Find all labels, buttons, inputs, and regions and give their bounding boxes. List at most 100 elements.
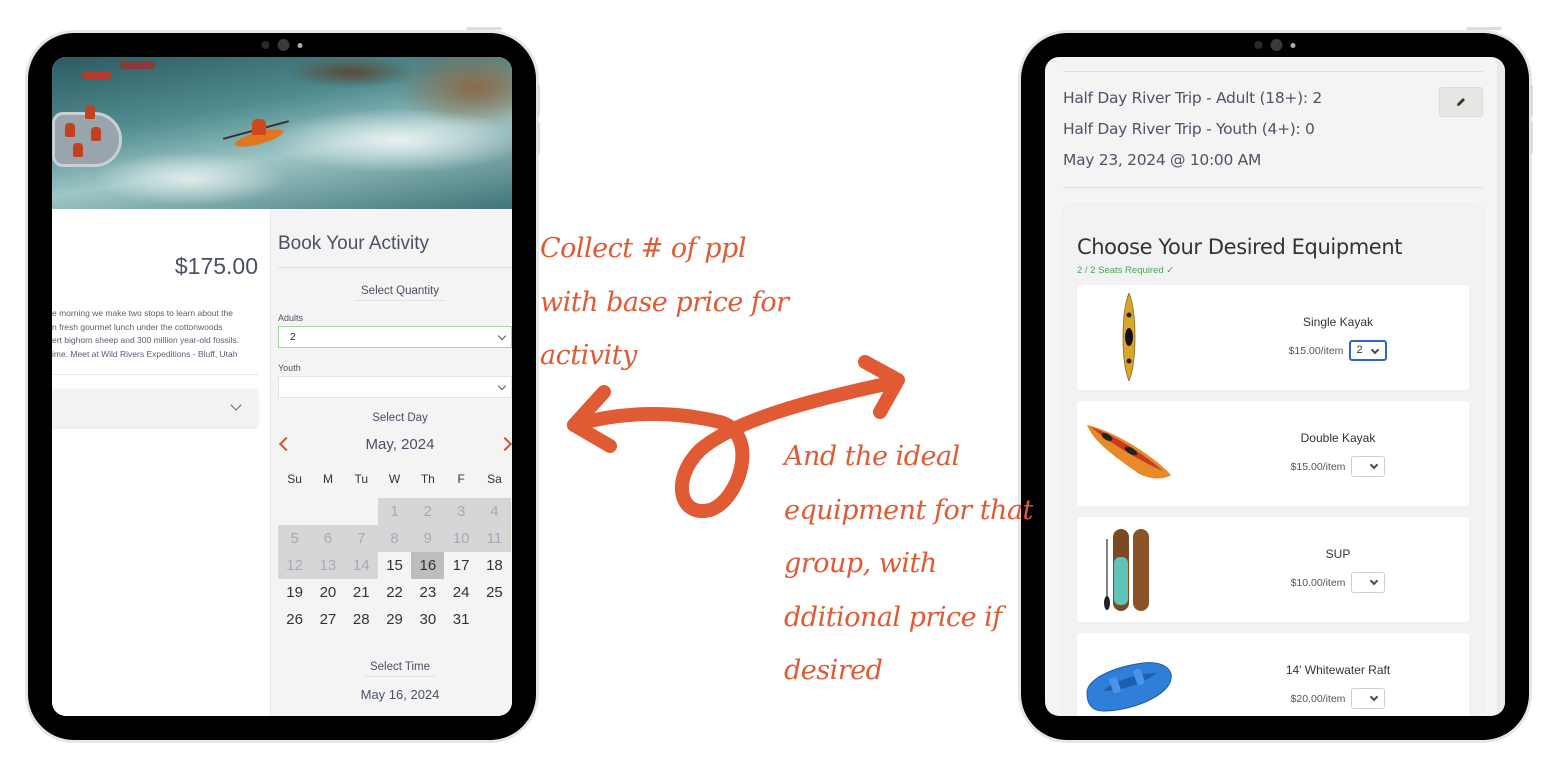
description-line: e morning we make two stops to learn abo… xyxy=(52,308,233,318)
divider xyxy=(1063,71,1483,72)
pencil-icon xyxy=(1457,98,1465,106)
description-line: n fresh gourmet lunch under the cottonwo… xyxy=(52,321,223,332)
booking-screen: $175.00 e morning we make two stops to l… xyxy=(52,57,512,716)
divider xyxy=(1063,187,1483,188)
calendar-day[interactable]: 28 xyxy=(345,606,378,633)
calendar-empty-cell xyxy=(345,498,378,525)
calendar-day: 10 xyxy=(444,525,478,552)
calendar-empty-cell xyxy=(278,498,311,525)
description-line: ert bighorn sheep and 300 million year-o… xyxy=(52,335,240,345)
weekday-label: Sa xyxy=(487,472,502,486)
right-tablet-frame: Half Day River Trip - Adult (18+): 2 Hal… xyxy=(1021,33,1529,740)
chevron-down-icon xyxy=(1371,345,1380,355)
calendar-day[interactable]: 19 xyxy=(278,579,311,606)
calendar-day[interactable]: 26 xyxy=(278,606,311,633)
adults-select[interactable]: 2 xyxy=(278,326,512,348)
calendar-empty-cell xyxy=(311,498,344,525)
item-price: $10.00/item xyxy=(1290,576,1346,589)
chevron-down-icon xyxy=(1370,576,1379,586)
youth-label: Youth xyxy=(278,363,301,373)
weekday-label: Tu xyxy=(354,472,369,486)
weekday-label: Su xyxy=(287,472,302,486)
item-quantity-select[interactable] xyxy=(1351,688,1386,709)
weekday-label: F xyxy=(457,472,465,486)
adults-value: 2 xyxy=(290,332,296,343)
item-quantity-select[interactable] xyxy=(1351,572,1386,593)
calendar-day-selected[interactable]: 16 xyxy=(411,552,445,579)
chevron-down-icon xyxy=(497,331,507,341)
calendar-day[interactable]: 15 xyxy=(378,552,411,579)
volume-up-button xyxy=(1530,85,1533,117)
calendar-day: 12 xyxy=(278,552,312,579)
double-kayak-image xyxy=(1087,425,1171,479)
select-day-heading: Select Day xyxy=(372,412,428,424)
weekday-label: Th xyxy=(420,472,435,486)
calendar-day[interactable]: 17 xyxy=(444,552,477,579)
scrollbar[interactable] xyxy=(1497,57,1505,716)
calendar-day: 9 xyxy=(411,525,445,552)
calendar-header: May, 2024 xyxy=(278,435,512,455)
annotation-line: dditional price if xyxy=(784,601,1002,633)
item-quantity-select[interactable] xyxy=(1351,456,1386,477)
item-price: $15.00/item xyxy=(1288,344,1344,357)
item-quantity-select[interactable]: 2 xyxy=(1349,340,1388,361)
chevron-down-icon xyxy=(230,399,242,411)
annotation-line: equipment for that xyxy=(784,494,1033,526)
calendar-grid: Su M Tu W Th F Sa 1 2 3 4 5 6 7 8 9 10 11 12 13 14 15 16 17 18 19… xyxy=(278,471,512,633)
calendar-day: 13 xyxy=(311,552,345,579)
calendar-day: 3 xyxy=(444,498,478,525)
item-name: Double Kayak xyxy=(1300,431,1376,445)
calendar-day[interactable]: 30 xyxy=(411,606,444,633)
adults-label: Adults xyxy=(278,313,304,323)
equipment-screen: Half Day River Trip - Adult (18+): 2 Hal… xyxy=(1045,57,1505,716)
selected-date: May 16, 2024 xyxy=(360,687,440,702)
item-name: 14' Whitewater Raft xyxy=(1285,663,1391,677)
summary-date-time: May 23, 2024 @ 10:00 AM xyxy=(1063,151,1262,169)
calendar-day[interactable]: 21 xyxy=(345,579,378,606)
calendar-day[interactable]: 31 xyxy=(444,606,477,633)
hero-image-whitewater xyxy=(52,57,512,209)
details-accordion[interactable] xyxy=(52,389,258,427)
equipment-title: Choose Your Desired Equipment xyxy=(1077,235,1403,259)
calendar-day[interactable]: 23 xyxy=(411,579,444,606)
annotation-right-note: And the ideal equipment for that group, … xyxy=(784,430,1033,698)
weekday-label: W xyxy=(388,472,401,486)
calendar-day: 6 xyxy=(311,525,345,552)
volume-down-button xyxy=(1530,122,1533,154)
chevron-down-icon xyxy=(1370,692,1379,702)
chevron-down-icon xyxy=(497,381,507,391)
calendar-day: 7 xyxy=(344,525,378,552)
calendar-day[interactable]: 18 xyxy=(478,552,511,579)
volume-up-button xyxy=(537,85,540,117)
equipment-card: Choose Your Desired Equipment 2 / 2 Seat… xyxy=(1063,205,1483,716)
chevron-down-icon xyxy=(1370,460,1379,470)
calendar-day[interactable]: 24 xyxy=(444,579,477,606)
calendar-day[interactable]: 25 xyxy=(478,579,511,606)
select-quantity-heading: Select Quantity xyxy=(278,285,512,301)
edit-booking-button[interactable] xyxy=(1439,87,1483,117)
power-button xyxy=(466,27,502,30)
calendar-day[interactable]: 27 xyxy=(311,606,344,633)
seats-status: 2 / 2 Seats Required ✓ xyxy=(1077,265,1175,276)
summary-adult-count: Half Day River Trip - Adult (18+): 2 xyxy=(1063,89,1322,107)
calendar-day[interactable]: 20 xyxy=(311,579,344,606)
booking-title: Book Your Activity xyxy=(278,233,430,254)
divider xyxy=(278,267,512,268)
divider xyxy=(52,374,258,375)
activity-description: e morning we make two stops to learn abo… xyxy=(52,307,258,361)
equipment-item-single-kayak: Single Kayak $15.00/item 2 xyxy=(1077,285,1469,390)
select-time-heading: Select Time xyxy=(278,661,512,677)
annotation-line: desired xyxy=(784,655,883,686)
equipment-item-whitewater-raft: 14' Whitewater Raft $20.00/item xyxy=(1077,633,1469,716)
calendar-month: May, 2024 xyxy=(365,436,435,453)
item-name: Single Kayak xyxy=(1302,315,1374,329)
youth-select[interactable] xyxy=(278,376,512,398)
calendar-day[interactable]: 22 xyxy=(378,579,411,606)
camera-icon xyxy=(1254,39,1296,51)
quantity-value: 2 xyxy=(1356,344,1363,356)
calendar-day[interactable]: 29 xyxy=(378,606,411,633)
item-name: SUP xyxy=(1325,547,1351,561)
sup-image xyxy=(1104,529,1149,611)
equipment-item-sup: SUP $10.00/item xyxy=(1077,517,1469,622)
weekday-label: M xyxy=(322,472,333,486)
